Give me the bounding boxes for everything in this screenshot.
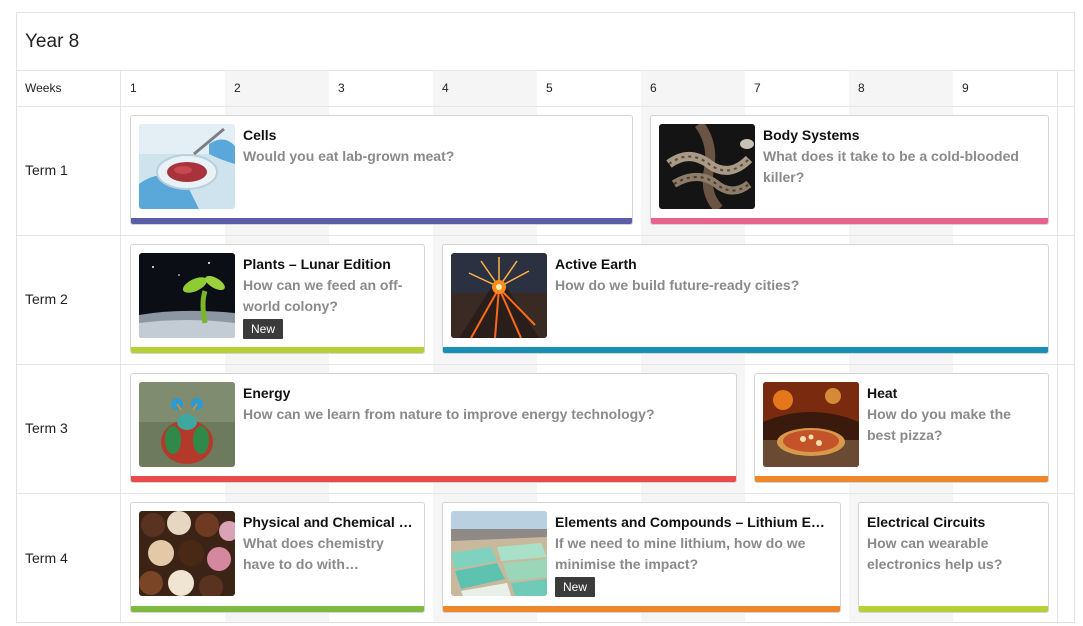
week-number: 8: [858, 81, 865, 95]
term-label: Term 3: [25, 420, 68, 436]
unit-color-bar: [859, 606, 1048, 612]
unit-card-body-systems[interactable]: Body Systems What does it take to be a c…: [650, 115, 1049, 225]
unit-color-bar: [131, 606, 424, 612]
unit-question: How can we feed an off-world colony?: [243, 277, 403, 314]
mantis-shrimp-icon: [139, 382, 235, 467]
term-label: Term 4: [25, 550, 68, 566]
grid-line: [17, 235, 1074, 236]
seedling-icon: [139, 253, 235, 338]
week-number: 1: [130, 81, 137, 95]
unit-color-bar: [443, 606, 840, 612]
week-number: 9: [962, 81, 969, 95]
unit-color-bar: [443, 347, 1048, 353]
unit-question: How can we learn from nature to improve …: [243, 406, 655, 422]
unit-title: Body Systems: [763, 127, 860, 143]
unit-title: Active Earth: [555, 256, 637, 272]
page-title: Year 8: [25, 31, 80, 52]
week-number: 4: [442, 81, 449, 95]
year-planner: Year 8 Weeks 1 2 3 4 5 6 7 8 9 Term 1 Te…: [16, 12, 1075, 623]
unit-card-active-earth[interactable]: Active Earth How do we build future-read…: [442, 244, 1049, 354]
unit-card-heat[interactable]: Heat How do you make the best pizza?: [754, 373, 1049, 483]
unit-title: Elements and Compounds – Lithium Edition: [555, 514, 832, 530]
unit-title: Energy: [243, 385, 291, 401]
chocolates-icon: [139, 511, 235, 596]
unit-question: What does it take to be a cold-blooded k…: [763, 148, 1019, 185]
unit-title: Plants – Lunar Edition: [243, 256, 391, 272]
unit-color-bar: [131, 476, 736, 482]
unit-question: How do you make the best pizza?: [867, 406, 1011, 443]
unit-card-electrical-circuits[interactable]: Electrical Circuits How can wearable ele…: [858, 502, 1049, 613]
weeks-label: Weeks: [25, 81, 62, 95]
unit-question: How can wearable electronics help us?: [867, 535, 1003, 572]
term-label: Term 2: [25, 291, 68, 307]
unit-question: If we need to mine lithium, how do we mi…: [555, 535, 806, 572]
snake-icon: [659, 124, 755, 209]
volcano-icon: [451, 253, 547, 338]
unit-title: Electrical Circuits: [867, 514, 986, 530]
unit-question: What does chemistry have to do with choc…: [243, 535, 384, 572]
new-badge: New: [555, 577, 596, 597]
week-number: 3: [338, 81, 345, 95]
unit-title: Physical and Chemical Changes: [243, 514, 416, 530]
week-number: 2: [234, 81, 241, 95]
week-number: 7: [754, 81, 761, 95]
petri-dish-icon: [139, 124, 235, 209]
unit-question: How do we build future-ready cities?: [555, 277, 800, 293]
unit-color-bar: [131, 218, 632, 224]
unit-color-bar: [651, 218, 1048, 224]
unit-color-bar: [131, 347, 424, 353]
unit-card-elements-compounds[interactable]: Elements and Compounds – Lithium Edition…: [442, 502, 841, 613]
week-number: 6: [650, 81, 657, 95]
grid-line: [1057, 70, 1058, 622]
lithium-ponds-icon: [451, 511, 547, 596]
grid-line: [17, 106, 1074, 107]
unit-card-physical-chemical[interactable]: Physical and Chemical Changes What does …: [130, 502, 425, 613]
week-number: 5: [546, 81, 553, 95]
grid-line: [17, 493, 1074, 494]
unit-color-bar: [755, 476, 1048, 482]
unit-card-cells[interactable]: Cells Would you eat lab-grown meat?: [130, 115, 633, 225]
grid-line: [120, 70, 121, 622]
grid-line: [17, 364, 1074, 365]
term-label: Term 1: [25, 162, 68, 178]
unit-question: Would you eat lab-grown meat?: [243, 148, 455, 164]
new-badge: New: [243, 319, 284, 339]
unit-title: Cells: [243, 127, 277, 143]
unit-title: Heat: [867, 385, 898, 401]
unit-card-energy[interactable]: Energy How can we learn from nature to i…: [130, 373, 737, 483]
pizza-icon: [763, 382, 859, 467]
unit-card-plants-lunar[interactable]: Plants – Lunar Edition How can we feed a…: [130, 244, 425, 354]
